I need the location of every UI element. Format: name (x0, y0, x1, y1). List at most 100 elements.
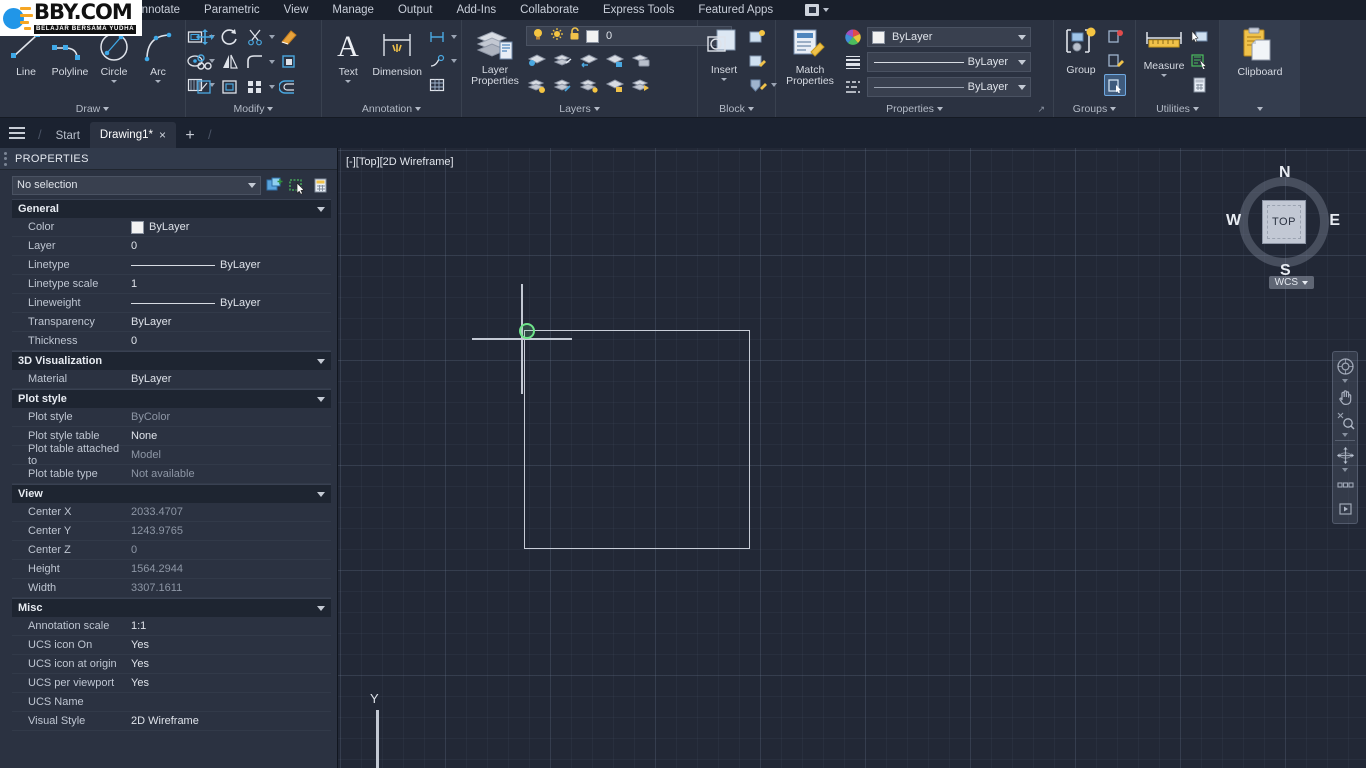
quick-calculator-icon[interactable] (311, 175, 331, 195)
tool-measure[interactable]: Measure (1140, 24, 1188, 79)
property-row[interactable]: Height 1564.2944 (12, 560, 331, 579)
view-cube-face[interactable]: TOP (1262, 200, 1306, 244)
property-value[interactable]: ByLayer (127, 373, 331, 385)
property-row[interactable]: Linetype scale 1 (12, 275, 331, 294)
tool-circle-dropdown[interactable] (111, 80, 117, 83)
fillet-icon[interactable] (244, 51, 266, 73)
property-value[interactable]: ByLayer (127, 297, 331, 309)
tool-group[interactable]: Group (1058, 24, 1104, 78)
showmotion-icon[interactable] (1333, 474, 1357, 496)
panel-modify-title[interactable]: Modify (190, 101, 317, 117)
quick-select-icon[interactable] (1188, 26, 1210, 48)
property-value[interactable]: 0 (127, 240, 331, 252)
tool-insert-dropdown[interactable] (721, 78, 727, 81)
property-value[interactable]: Model (127, 449, 331, 461)
ribbon-tab-collaborate[interactable]: Collaborate (508, 0, 591, 20)
tool-arc[interactable]: Arc (136, 24, 180, 85)
steering-wheel-dropdown-icon[interactable] (1342, 379, 1348, 383)
property-group-header[interactable]: View (12, 484, 331, 503)
layer-color-swatch[interactable] (586, 29, 599, 43)
steering-wheel-icon[interactable] (1333, 355, 1357, 377)
fillet-dropdown-icon[interactable] (269, 60, 275, 64)
chevron-down-icon[interactable] (1018, 84, 1026, 90)
ungroup-icon[interactable] (1104, 26, 1126, 48)
property-group-header[interactable]: Plot style (12, 389, 331, 408)
tool-clipboard[interactable]: Clipboard (1235, 24, 1286, 80)
quick-select-icon[interactable] (265, 175, 285, 195)
selection-combo[interactable]: No selection (12, 175, 261, 195)
zoom-extents-icon[interactable] (1333, 409, 1357, 431)
tool-arc-dropdown[interactable] (155, 80, 161, 83)
property-value[interactable]: 0 (127, 544, 331, 556)
file-tab-start[interactable]: Start (46, 124, 90, 148)
property-row[interactable]: Center Y 1243.9765 (12, 522, 331, 541)
property-value[interactable]: 1243.9765 (127, 525, 331, 537)
panel-layers-title[interactable]: Layers (466, 101, 693, 117)
array-dropdown-icon[interactable] (269, 85, 275, 89)
property-value[interactable]: 1 (127, 278, 331, 290)
dimension-style-icon[interactable] (426, 26, 448, 48)
property-row[interactable]: Layer 0 (12, 237, 331, 256)
property-value[interactable]: Yes (127, 677, 331, 689)
property-group-header[interactable]: 3D Visualization (12, 351, 331, 370)
property-row[interactable]: Material ByLayer (12, 370, 331, 389)
chevron-down-icon[interactable] (1018, 59, 1026, 65)
layer-unlock-icon[interactable] (604, 74, 626, 96)
view-cube[interactable]: TOP N S E W (1226, 164, 1340, 279)
property-row[interactable]: Width 3307.1611 (12, 579, 331, 598)
layer-freeze-icon[interactable] (552, 49, 574, 71)
property-row[interactable]: Linetype ByLayer (12, 256, 331, 275)
unlock-icon[interactable] (569, 26, 581, 46)
view-cube-north[interactable]: N (1279, 164, 1291, 182)
property-row[interactable]: UCS icon On Yes (12, 636, 331, 655)
lightbulb-icon[interactable] (531, 27, 545, 46)
select-objects-icon[interactable] (288, 175, 308, 195)
property-row[interactable]: Lineweight ByLayer (12, 294, 331, 313)
linetype-icon[interactable] (842, 76, 864, 98)
property-value[interactable]: 1564.2944 (127, 563, 331, 575)
dimension-style-dropdown-icon[interactable] (451, 35, 457, 39)
file-tab-drawing1[interactable]: Drawing1* × (89, 122, 176, 148)
group-edit-icon[interactable] (1104, 50, 1126, 72)
property-row[interactable]: Plot style ByColor (12, 408, 331, 427)
layer-unisolate-icon[interactable] (578, 49, 600, 71)
property-value[interactable]: Yes (127, 658, 331, 670)
property-value[interactable]: 1:1 (127, 620, 331, 632)
view-cube-west[interactable]: W (1226, 212, 1241, 230)
array-icon[interactable] (244, 76, 266, 98)
chevron-down-icon[interactable] (317, 206, 325, 212)
property-row[interactable]: UCS per viewport Yes (12, 674, 331, 693)
layer-isolate-icon[interactable] (526, 49, 548, 71)
orbit-icon[interactable] (1333, 444, 1357, 466)
wcs-selector[interactable]: WCS (1268, 276, 1314, 289)
ribbon-tab-addins[interactable]: Add-Ins (444, 0, 508, 20)
color-wheel-icon[interactable] (842, 26, 864, 48)
chevron-down-icon[interactable] (317, 358, 325, 364)
panel-clipboard-title[interactable] (1224, 101, 1296, 117)
properties-palette-header[interactable]: PROPERTIES (0, 148, 337, 170)
layer-match-icon[interactable] (552, 74, 574, 96)
leader-dropdown-icon[interactable] (451, 59, 457, 63)
layer-plot-icon[interactable] (630, 49, 652, 71)
tool-match-properties[interactable]: Match Properties (780, 24, 840, 89)
tool-text[interactable]: A Text (326, 24, 370, 85)
trim-icon[interactable] (244, 26, 266, 48)
layer-on-icon[interactable] (578, 74, 600, 96)
property-row[interactable]: Transparency ByLayer (12, 313, 331, 332)
property-value[interactable]: Not available (127, 468, 331, 480)
property-row[interactable]: Center X 2033.4707 (12, 503, 331, 522)
ribbon-tab-output[interactable]: Output (386, 0, 445, 20)
leader-icon[interactable] (426, 50, 448, 72)
rectangle-object[interactable] (524, 330, 750, 549)
property-value[interactable]: 0 (127, 335, 331, 347)
property-value[interactable]: ByLayer (127, 316, 331, 328)
property-row[interactable]: Thickness 0 (12, 332, 331, 351)
offset-icon[interactable] (278, 76, 300, 98)
group-selection-icon[interactable] (1104, 74, 1126, 96)
chevron-down-icon[interactable] (317, 491, 325, 497)
copy-icon[interactable] (194, 51, 216, 73)
ribbon-tab-parametric[interactable]: Parametric (192, 0, 272, 20)
tool-insert-block[interactable]: Insert (702, 24, 746, 83)
property-row[interactable]: Visual Style 2D Wireframe (12, 712, 331, 731)
view-cube-east[interactable]: E (1329, 212, 1340, 230)
